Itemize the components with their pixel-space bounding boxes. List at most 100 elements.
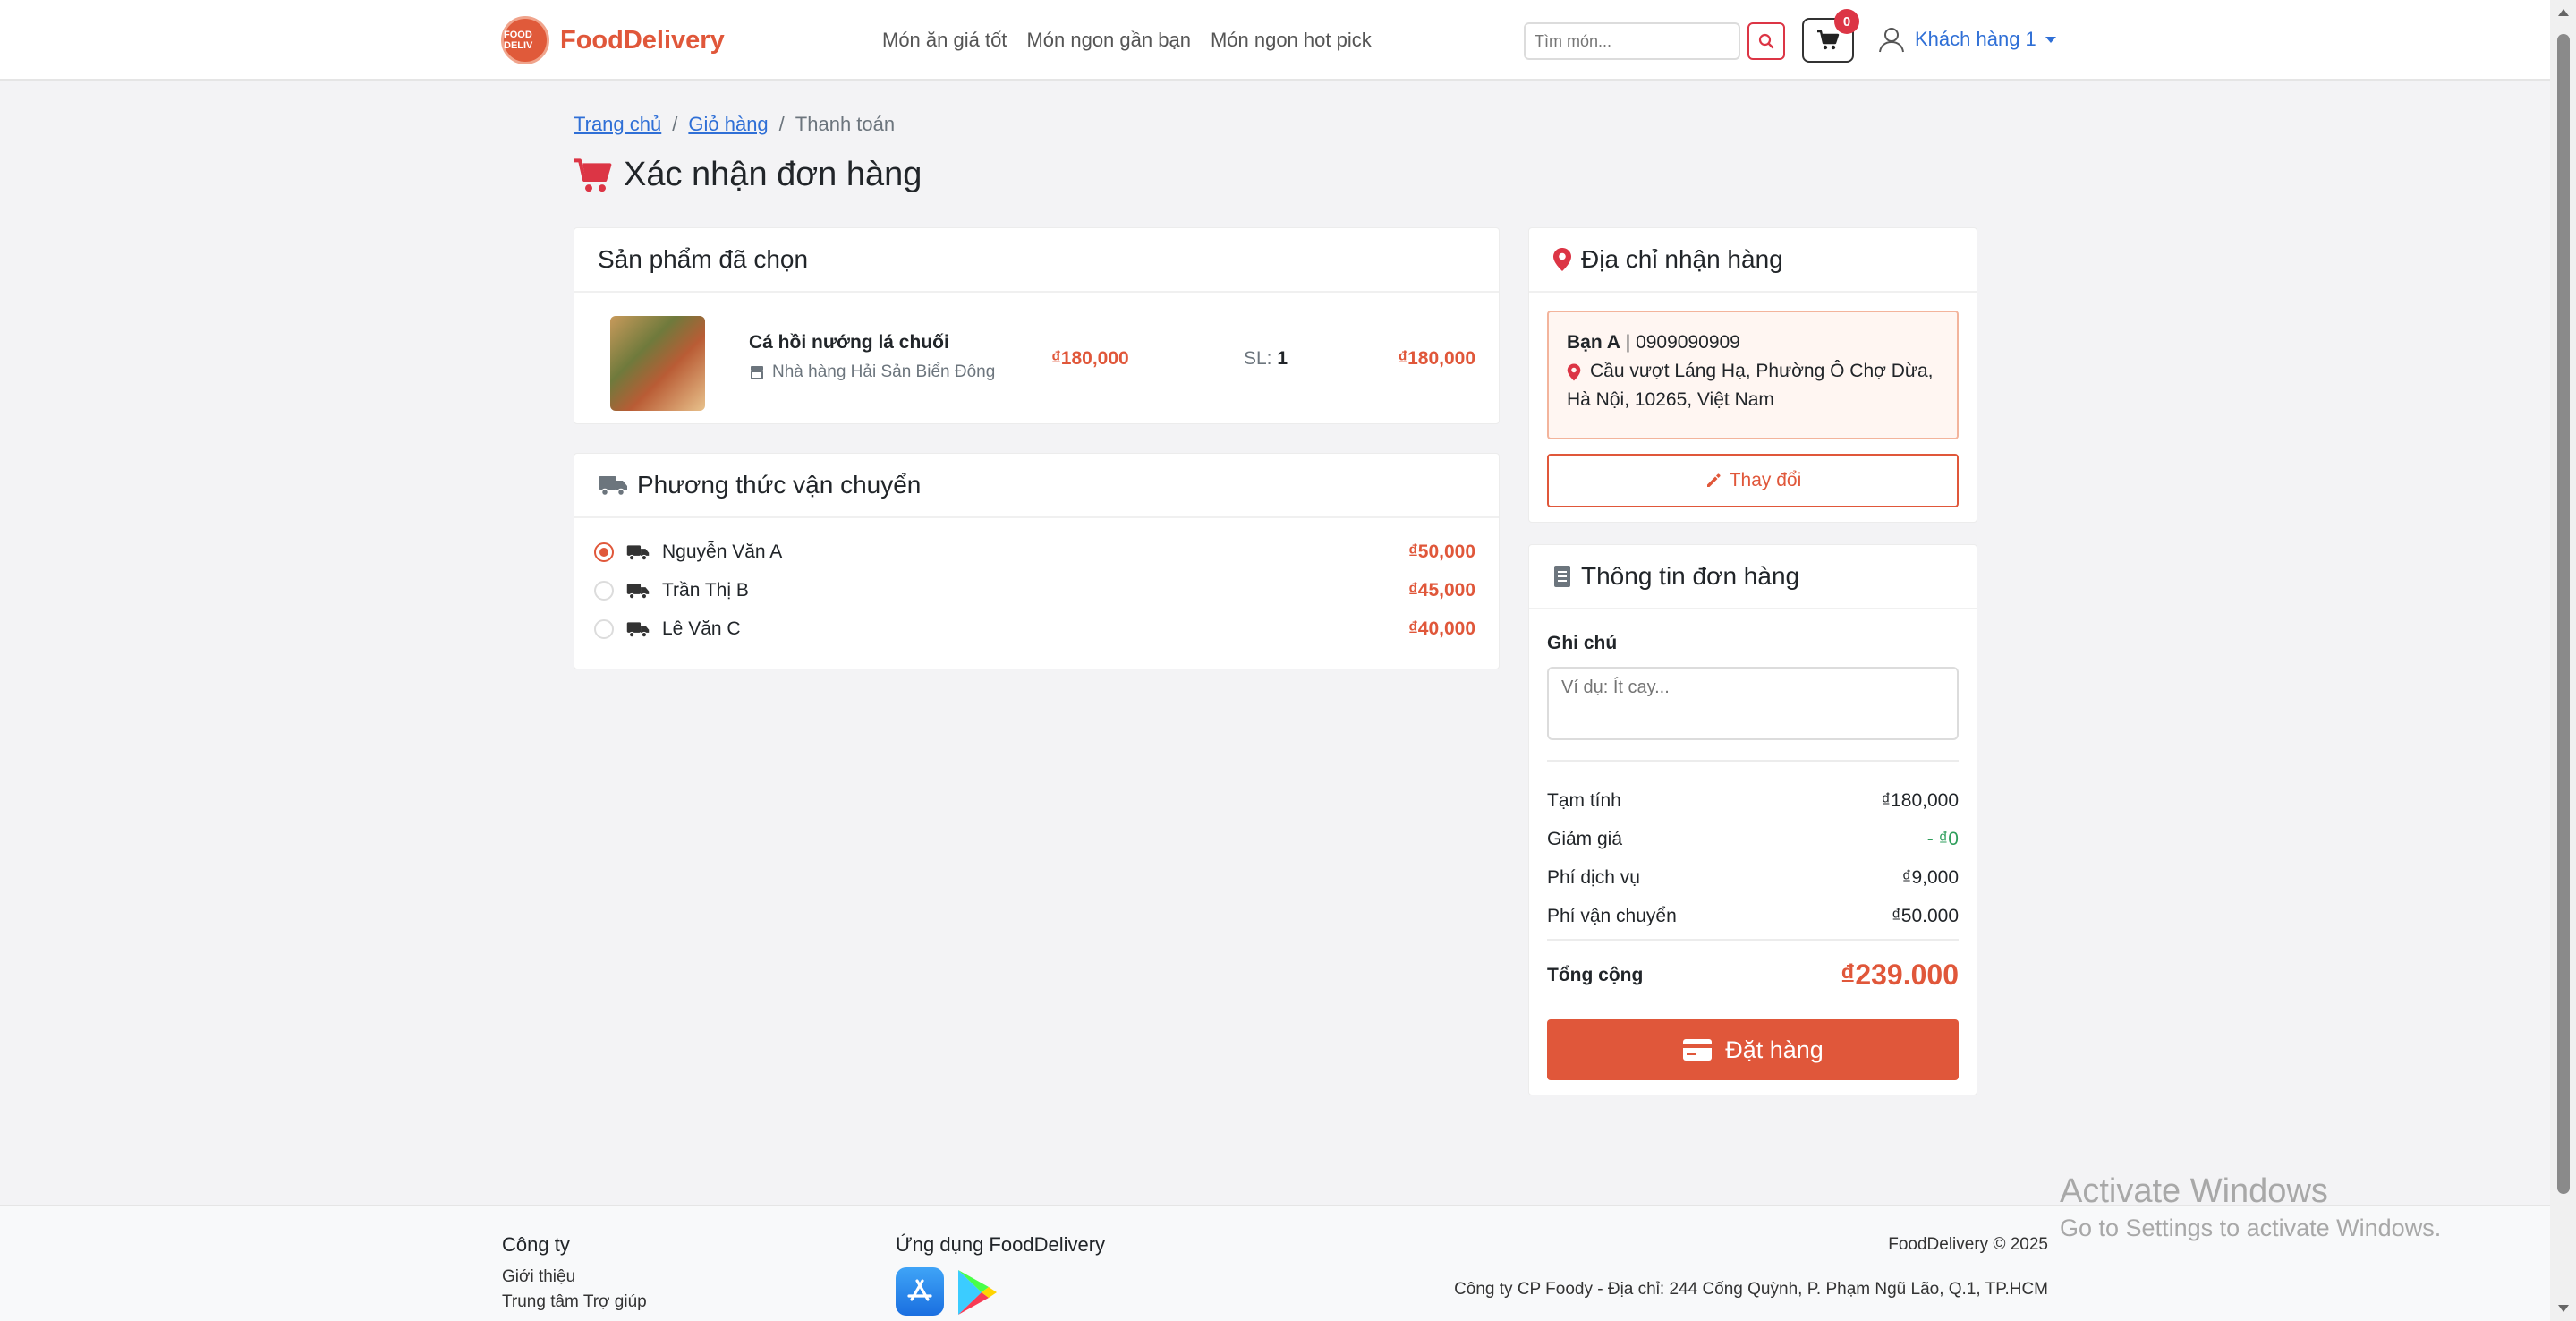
shipping-option-name: Nguyễn Văn A <box>662 541 783 562</box>
app-store-icon[interactable] <box>896 1267 944 1316</box>
total-value: ₫239.000 <box>1840 959 1959 991</box>
order-info-card: Thông tin đơn hàng Ghi chú Tạm tính ₫180… <box>1528 544 1977 1095</box>
footer-address: Công ty CP Foody - Địa chỉ: 244 Cống Quỳ… <box>1454 1280 2048 1299</box>
footer-app-title: Ứng dụng FoodDelivery <box>896 1233 1106 1256</box>
note-label: Ghi chú <box>1547 633 1618 653</box>
shipping-option-name: Trần Thị B <box>662 579 749 601</box>
main-nav: Món ăn giá tốt Món ngon gần bạn Món ngon… <box>882 29 1372 52</box>
watermark-title: Activate Windows <box>2060 1172 2328 1210</box>
truck-icon <box>599 476 627 497</box>
summary-row-service-fee: Phí dịch vụ ₫9,000 <box>1547 858 1959 897</box>
address-line: Cầu vượt Láng Hạ, Phường Ô Chợ Dừa, <box>1567 357 1939 386</box>
footer-copyright: FoodDelivery © 2025 <box>1888 1235 2048 1254</box>
truck-icon <box>626 583 650 599</box>
nav-link-nearby[interactable]: Món ngon gần bạn <box>1026 29 1191 52</box>
shipping-option-name: Lê Văn C <box>662 618 741 639</box>
shipping-option[interactable]: Trần Thị B ₫45,000 <box>594 571 1479 609</box>
credit-card-icon <box>1683 1039 1713 1061</box>
note-field[interactable] <box>1547 667 1959 740</box>
vertical-scrollbar[interactable] <box>2550 0 2576 1321</box>
cart-icon <box>1817 30 1840 50</box>
breadcrumb-current: Thanh toán <box>795 113 896 135</box>
search-icon <box>1758 33 1774 49</box>
scroll-thumb[interactable] <box>2557 34 2570 1194</box>
address-city: Hà Nội, 10265, Việt Nam <box>1567 389 1774 410</box>
truck-icon <box>626 544 650 560</box>
nav-link-deals[interactable]: Món ăn giá tốt <box>882 29 1007 52</box>
card-header: Phương thức vận chuyển <box>574 454 1499 518</box>
user-menu[interactable]: Khách hàng 1 <box>1877 25 2056 54</box>
brand-logo-text: FOOD DELIV <box>504 30 533 51</box>
product-row: Cá hồi nướng lá chuối Nhà hàng Hải Sản B… <box>574 293 1499 423</box>
breadcrumb-home[interactable]: Trang chủ <box>574 113 661 136</box>
receipt-icon <box>1554 566 1570 587</box>
cart-icon <box>574 158 612 192</box>
shipping-method-card: Phương thức vận chuyển Nguyễn Văn A ₫50,… <box>574 453 1500 669</box>
google-play-icon[interactable] <box>953 1267 999 1317</box>
product-name: Cá hồi nướng lá chuối <box>749 332 949 353</box>
breadcrumb-separator: / <box>672 113 678 135</box>
nav-link-hot-pick[interactable]: Món ngon hot pick <box>1211 29 1372 52</box>
user-name: Khách hàng 1 <box>1915 28 2036 50</box>
store-icon <box>751 366 763 379</box>
brand-link[interactable]: FOOD DELIV FoodDelivery <box>501 16 725 64</box>
shipping-option[interactable]: Lê Văn C ₫40,000 <box>594 609 1479 648</box>
quantity-value: 1 <box>1277 348 1288 369</box>
shipping-radio[interactable] <box>594 580 614 601</box>
change-address-button[interactable]: Thay đổi <box>1547 454 1959 507</box>
divider <box>1547 939 1959 941</box>
pencil-icon <box>1706 473 1721 487</box>
watermark-subtitle: Go to Settings to activate Windows. <box>2060 1214 2442 1241</box>
product-shop-name: Nhà hàng Hải Sản Biển Đông <box>772 362 996 381</box>
shipping-option-price: ₫40,000 <box>1407 618 1475 639</box>
product-shop: Nhà hàng Hải Sản Biển Đông <box>749 362 995 382</box>
page-title: Xác nhận đơn hàng <box>624 156 922 193</box>
card-header: Thông tin đơn hàng <box>1529 545 1977 609</box>
change-address-label: Thay đổi <box>1729 470 1802 490</box>
address-details: Bạn A | 0909090909 Cầu vượt Láng Hạ, Phư… <box>1547 311 1959 439</box>
summary-value: ₫9,000 <box>1901 866 1959 888</box>
scroll-down-arrow[interactable] <box>2558 1305 2569 1312</box>
card-title: Địa chỉ nhận hàng <box>1581 245 1783 273</box>
card-header: Địa chỉ nhận hàng <box>1529 228 1977 293</box>
product-quantity: SL: 1 <box>1244 348 1288 370</box>
shipping-option[interactable]: Nguyễn Văn A ₫50,000 <box>594 533 1479 571</box>
summary-value: ₫50.000 <box>1891 905 1959 926</box>
footer-link-help[interactable]: Trung tâm Trợ giúp <box>502 1292 647 1312</box>
price-summary: Tạm tính ₫180,000 Giảm giá - ₫0 Phí dịch… <box>1547 781 1959 935</box>
shipping-option-price: ₫45,000 <box>1407 579 1475 601</box>
search-input[interactable] <box>1524 22 1740 60</box>
total-row: Tổng cộng ₫239.000 <box>1547 959 1959 992</box>
recipient-name: Bạn A <box>1567 332 1620 353</box>
summary-value: ₫180,000 <box>1881 789 1959 811</box>
divider <box>1547 760 1959 762</box>
app-store-links <box>896 1267 999 1317</box>
breadcrumb-cart[interactable]: Giỏ hàng <box>688 113 768 136</box>
card-title: Thông tin đơn hàng <box>1581 562 1800 590</box>
address-street: Cầu vượt Láng Hạ, Phường Ô Chợ Dừa, <box>1590 361 1934 381</box>
cart-count-badge: 0 <box>1834 9 1859 34</box>
shipping-radio[interactable] <box>594 541 614 562</box>
summary-label: Phí vận chuyển <box>1547 905 1677 926</box>
top-navbar: FOOD DELIV FoodDelivery Món ăn giá tốt M… <box>0 0 2550 81</box>
summary-row-discount: Giảm giá - ₫0 <box>1547 820 1959 858</box>
summary-label: Giảm giá <box>1547 828 1623 849</box>
recipient-line: Bạn A | 0909090909 <box>1567 328 1939 357</box>
search-button[interactable] <box>1747 22 1785 60</box>
location-pin-icon <box>1553 248 1571 271</box>
card-title: Phương thức vận chuyển <box>637 471 922 499</box>
footer-link-about[interactable]: Giới thiệu <box>502 1267 575 1287</box>
quantity-label: SL: <box>1244 348 1272 369</box>
product-image <box>610 316 705 411</box>
shipping-options: Nguyễn Văn A ₫50,000 Trần Thị B ₫45,000 … <box>574 518 1499 662</box>
scroll-up-arrow[interactable] <box>2558 9 2569 16</box>
brand-name: FoodDelivery <box>560 25 725 55</box>
place-order-button[interactable]: Đặt hàng <box>1547 1019 1959 1080</box>
product-price: ₫180,000 <box>1051 348 1129 369</box>
shipping-radio[interactable] <box>594 618 614 639</box>
truck-icon <box>626 621 650 637</box>
summary-row-shipping-fee: Phí vận chuyển ₫50.000 <box>1547 897 1959 935</box>
product-total: ₫180,000 <box>1398 348 1475 369</box>
cart-button[interactable]: 0 <box>1802 9 1859 63</box>
page-title-wrap: Xác nhận đơn hàng <box>574 156 922 194</box>
